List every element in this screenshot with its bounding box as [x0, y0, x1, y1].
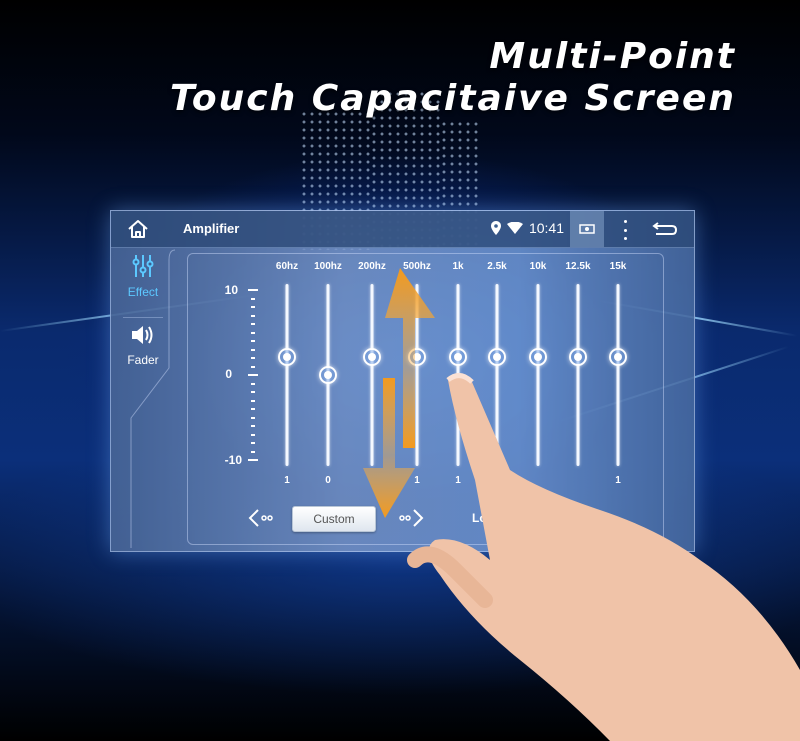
scale-tick: [251, 348, 255, 351]
screenshot-icon: [579, 224, 595, 234]
scale-tick: [251, 442, 255, 444]
scale-tick: [251, 408, 255, 410]
scale-tick: [251, 433, 255, 436]
home-icon[interactable]: [127, 219, 149, 239]
scale-mid-label: 0: [225, 367, 232, 381]
headline: Multi-Point Touch Capacitaive Screen: [170, 36, 736, 120]
headline-line1: Multi-Point: [489, 36, 736, 77]
scale-tick: [251, 382, 255, 385]
status-area: 10:41: [490, 220, 564, 236]
scale-tick: [251, 297, 255, 300]
band-label: 100hz: [314, 261, 342, 272]
headline-line2: Touch Capacitaive Screen: [170, 78, 736, 119]
scale-tick: [251, 314, 255, 317]
sidebar-item-label: Fader: [127, 353, 159, 367]
wifi-icon: [506, 222, 523, 234]
scale-tick: [251, 399, 255, 402]
band-slider-knob[interactable]: [319, 366, 337, 384]
band-value: 0: [325, 475, 331, 486]
scale-tick: [251, 357, 255, 359]
scale-tick: [248, 459, 258, 461]
scale-tick: [251, 331, 255, 334]
previous-preset-button[interactable]: [248, 508, 276, 528]
equalizer-icon: [132, 255, 154, 277]
band-label: 2.5k: [487, 261, 507, 272]
sidebar-item-fader[interactable]: Fader: [111, 324, 175, 367]
finger-touch-graphic: [407, 373, 800, 741]
scale-tick: [251, 391, 255, 393]
scale-tick: [248, 289, 258, 291]
scale-tick: [251, 416, 255, 419]
scale-tick: [251, 425, 255, 427]
sidebar-separator: [123, 317, 163, 318]
band-value: 1: [284, 475, 290, 486]
scale-min-label: -10: [224, 453, 242, 467]
speaker-icon: [132, 326, 153, 344]
sidebar-item-label: Effect: [127, 285, 159, 299]
band-label: 15k: [609, 261, 627, 272]
page-title: Amplifier: [183, 221, 240, 236]
scale-tick: [248, 374, 258, 376]
top-bar: Amplifier 10:41: [111, 211, 694, 248]
scale-tick: [251, 450, 255, 453]
more-vert-icon[interactable]: [620, 220, 630, 240]
band-label: 1k: [452, 261, 464, 272]
band-slider-track[interactable]: [285, 284, 289, 466]
scale-max-label: 10: [224, 283, 238, 297]
back-icon[interactable]: [652, 220, 678, 238]
scale-tick: [251, 365, 255, 368]
band-slider-knob[interactable]: [278, 347, 296, 366]
screenshot-button[interactable]: [570, 211, 604, 247]
band-label: 60hz: [275, 261, 299, 272]
scale-tick: [251, 340, 255, 342]
location-pin-icon: [490, 221, 501, 235]
clock: 10:41: [528, 220, 564, 236]
scale-tick: [251, 323, 255, 325]
sidebar: Effect Fader: [111, 248, 175, 548]
scale-tick: [251, 306, 255, 308]
band-label: 10k: [529, 261, 547, 272]
band-label: 12.5k: [565, 261, 591, 272]
sidebar-item-effect[interactable]: Effect: [111, 254, 175, 299]
